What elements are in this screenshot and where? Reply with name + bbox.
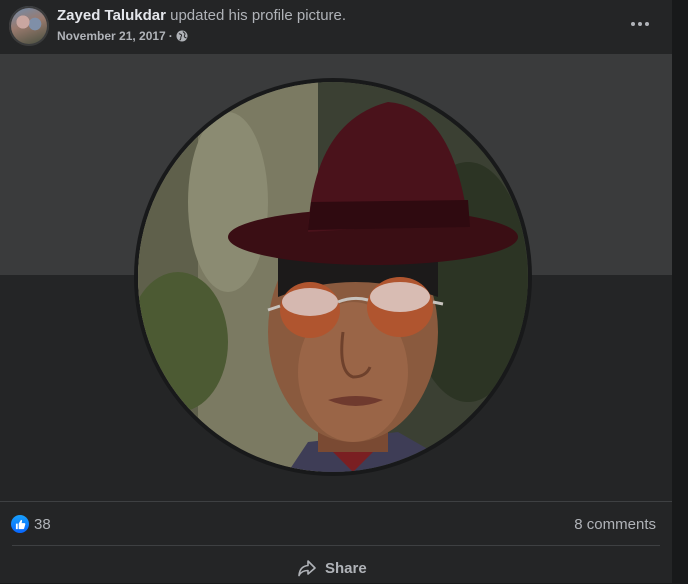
comments-count[interactable]: 8 comments [574, 516, 656, 533]
post-actions-bar: Share [12, 545, 660, 584]
author-avatar[interactable] [9, 6, 49, 46]
like-reaction-icon[interactable] [11, 515, 29, 533]
globe-icon [176, 30, 188, 42]
like-count[interactable]: 38 [34, 516, 51, 533]
profile-picture[interactable] [138, 82, 528, 472]
reactions-bar: 38 8 comments [0, 501, 672, 546]
share-icon [297, 558, 317, 578]
post-action-text: updated his profile picture. [165, 7, 347, 24]
post-date[interactable]: November 21, 2017 [57, 28, 166, 44]
profile-photo-area[interactable] [0, 54, 672, 501]
share-label: Share [325, 559, 367, 577]
share-button[interactable]: Share [297, 556, 367, 580]
post-meta: November 21, 2017 · [57, 28, 188, 44]
more-options-icon[interactable] [624, 8, 656, 40]
post-header: Zayed Talukdar updated his profile pictu… [0, 0, 672, 54]
post-title-line: Zayed Talukdar updated his profile pictu… [57, 7, 346, 25]
author-name[interactable]: Zayed Talukdar [57, 7, 166, 24]
profile-picture-frame [134, 78, 532, 476]
post-card: Zayed Talukdar updated his profile pictu… [0, 0, 672, 583]
meta-separator: · [168, 29, 173, 43]
